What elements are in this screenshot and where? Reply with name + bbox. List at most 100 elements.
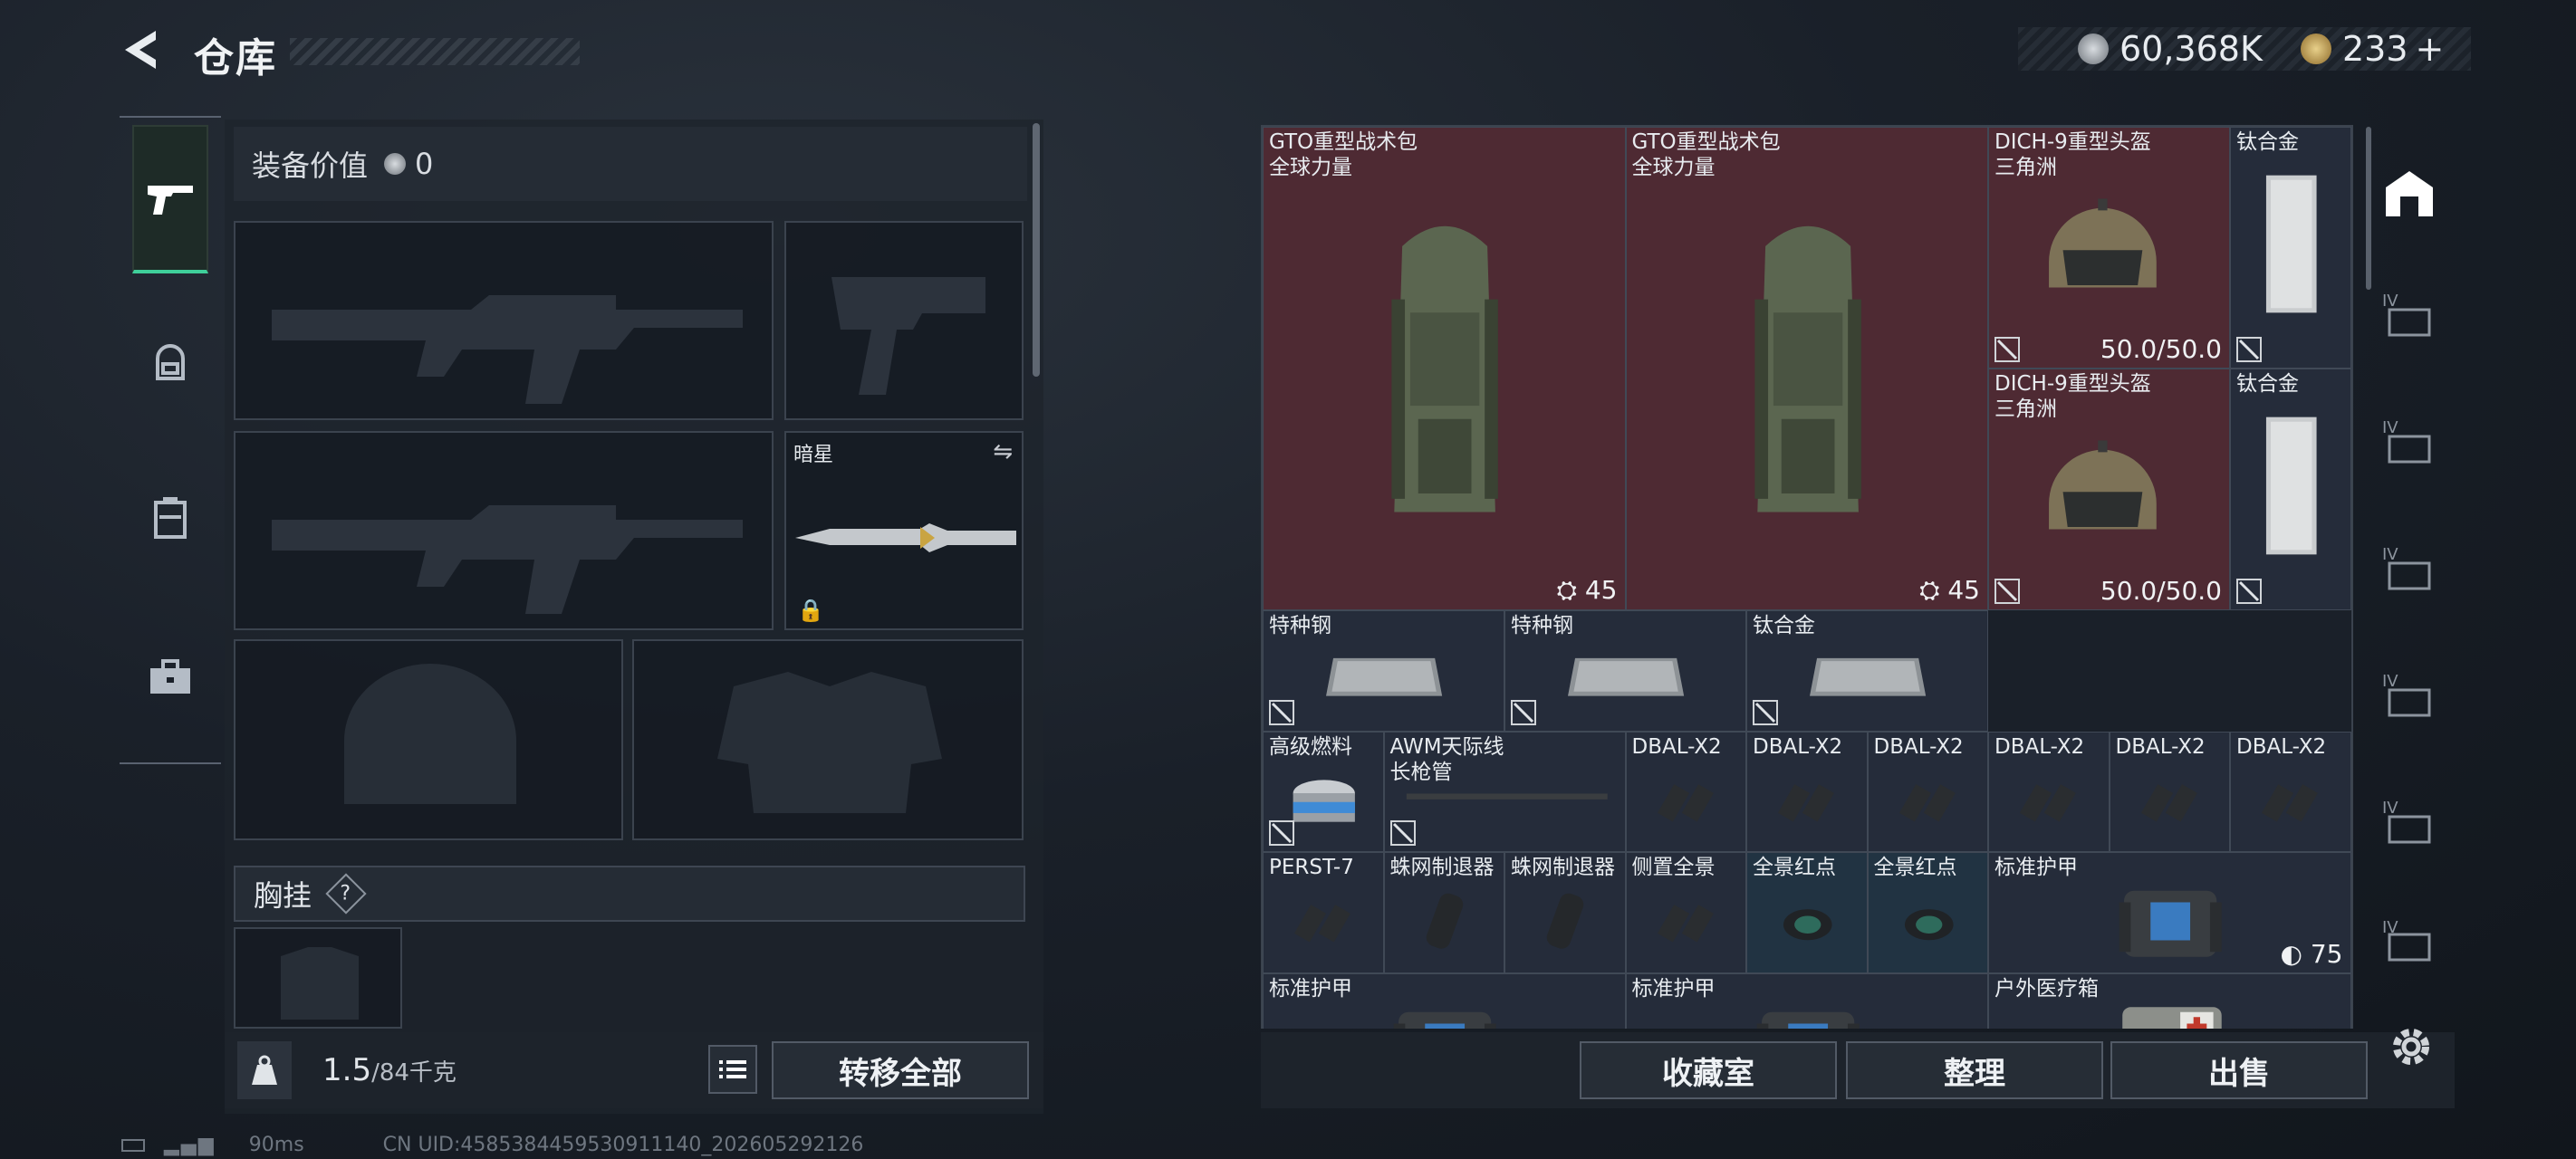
- warehouse-item[interactable]: DBAL-X2: [1625, 731, 1746, 852]
- item-name: 特种钢: [1511, 614, 1573, 637]
- warehouse-item[interactable]: 特种钢: [1504, 610, 1746, 732]
- add-gold-icon[interactable]: +: [2416, 29, 2445, 69]
- warehouse-item[interactable]: AWM天际线 长枪管: [1383, 731, 1626, 852]
- pages-scrollbar[interactable]: [2366, 127, 2371, 290]
- tab-helmet[interactable]: [132, 324, 208, 400]
- storage-page-3[interactable]: IV: [2373, 407, 2446, 489]
- warehouse-item[interactable]: 全景红点: [1746, 852, 1868, 973]
- item-name: 标准护甲: [1269, 976, 1352, 1001]
- equipment-scrollbar[interactable]: [1033, 123, 1040, 377]
- warehouse-item[interactable]: DBAL-X2: [1988, 731, 2110, 852]
- warehouse-item[interactable]: GTO重型战术包 全球力量 ⛭ 45: [1263, 127, 1626, 610]
- item-name: 户外医疗箱: [1994, 976, 2099, 1001]
- weight-icon: [237, 1041, 292, 1099]
- warehouse-item[interactable]: 标准护甲◐ 75: [1263, 972, 1626, 1029]
- warehouse-item[interactable]: 蛛网制退器: [1504, 852, 1626, 973]
- pistol-slot[interactable]: [784, 221, 1024, 420]
- storage-box-icon: [2388, 561, 2431, 590]
- warehouse-item[interactable]: 高级燃料: [1263, 731, 1384, 852]
- silver-currency: 60,368K: [2078, 27, 2263, 71]
- warehouse-item[interactable]: 特种钢: [1263, 610, 1504, 732]
- back-button[interactable]: [120, 27, 165, 78]
- item-name: 侧置全景: [1631, 856, 1716, 879]
- chest-rig-slot[interactable]: [234, 927, 402, 1029]
- gear-icon: [2393, 1029, 2429, 1065]
- warehouse-item[interactable]: DBAL-X2: [2109, 731, 2230, 852]
- tier-label: IV: [2382, 545, 2398, 564]
- tab-toolbox[interactable]: [132, 639, 208, 715]
- item-name: 蛛网制退器: [1389, 856, 1495, 879]
- warehouse-item[interactable]: PERST-7: [1263, 852, 1384, 973]
- item-image: [1764, 876, 1852, 969]
- warehouse-item[interactable]: 钛合金: [1746, 610, 1988, 732]
- item-image: [1365, 142, 1524, 589]
- warehouse-item[interactable]: 蛛网制退器: [1383, 852, 1504, 973]
- list-view-button[interactable]: [708, 1045, 757, 1094]
- item-image: [1795, 627, 1940, 727]
- warehouse-item[interactable]: DICH-9重型头盔 三角洲 50.0/50.0: [1988, 127, 2230, 369]
- help-icon[interactable]: ?: [325, 873, 367, 915]
- user-uid: CN UID:4585384459530911140_202605292126: [382, 1134, 864, 1156]
- storage-page-7[interactable]: IV: [2373, 915, 2446, 978]
- helmet-placeholder-icon: [344, 664, 516, 804]
- warehouse-item[interactable]: 全景红点: [1867, 852, 1988, 973]
- ping-value: 90ms: [248, 1134, 304, 1156]
- melee-name: 暗星: [793, 444, 834, 466]
- item-name: DBAL-X2: [1753, 734, 1843, 759]
- storage-box-icon: [2388, 688, 2431, 717]
- item-image: [2005, 756, 2094, 848]
- item-image: [1885, 876, 1974, 969]
- warehouse-item[interactable]: 户外医疗箱✚ 350: [1988, 972, 2351, 1029]
- item-subtitle: 全球力量: [1631, 156, 1716, 179]
- warehouse-item[interactable]: 钛合金: [2230, 127, 2351, 369]
- storage-page-5[interactable]: IV: [2373, 661, 2446, 742]
- warehouse-item[interactable]: DBAL-X2: [1746, 731, 1868, 852]
- not-tradable-icon: [1389, 820, 1416, 846]
- warehouse-item[interactable]: DBAL-X2: [2230, 731, 2351, 852]
- settings-button[interactable]: [2386, 1021, 2440, 1076]
- item-image: [1522, 876, 1610, 969]
- storage-page-4[interactable]: IV: [2373, 534, 2446, 616]
- warehouse-item[interactable]: 标准护甲◐ 56: [1625, 972, 1988, 1029]
- not-tradable-icon: [2236, 337, 2262, 362]
- not-tradable-icon: [1269, 699, 1294, 725]
- item-name: DICH-9重型头盔 三角洲: [1994, 372, 2151, 421]
- tab-vest[interactable]: [132, 480, 208, 556]
- swap-icon[interactable]: ⇋: [993, 438, 1013, 465]
- warehouse-item[interactable]: DBAL-X2: [1867, 731, 1988, 852]
- primary-weapon-slot[interactable]: [234, 221, 774, 420]
- transfer-all-button[interactable]: 转移全部: [772, 1041, 1029, 1099]
- item-name: 特种钢: [1269, 614, 1331, 637]
- helmet-slot[interactable]: [234, 639, 623, 840]
- warehouse-item[interactable]: GTO重型战术包 全球力量 ⛭ 45: [1625, 127, 1988, 610]
- toolbox-icon: [150, 659, 190, 694]
- melee-slot[interactable]: 暗星 ⇋ 🔒: [784, 431, 1024, 630]
- armor-slot[interactable]: [632, 639, 1024, 840]
- sort-button[interactable]: 整理: [1846, 1041, 2103, 1099]
- warehouse-main-tab[interactable]: [2373, 152, 2446, 234]
- item-name: 钛合金: [1753, 614, 1815, 637]
- item-name: 钛合金: [2236, 130, 2299, 154]
- warehouse-item[interactable]: 钛合金: [2230, 369, 2351, 610]
- warehouse-item[interactable]: DICH-9重型头盔 三角洲 50.0/50.0: [1988, 369, 2230, 610]
- storage-page-2[interactable]: IV: [2373, 281, 2446, 362]
- collection-room-button[interactable]: 收藏室: [1580, 1041, 1837, 1099]
- item-name: DICH-9重型头盔 三角洲: [1994, 130, 2151, 179]
- tier-label: IV: [2382, 418, 2398, 437]
- warehouse-item[interactable]: 侧置全景: [1625, 852, 1746, 973]
- item-name: 标准护甲: [1994, 856, 2078, 879]
- silver-coin-icon: [2078, 34, 2109, 64]
- gold-currency[interactable]: 233 +: [2301, 27, 2444, 71]
- silver-coin-icon: [384, 153, 407, 175]
- secondary-weapon-slot[interactable]: [234, 431, 774, 630]
- tier-label: IV: [2382, 799, 2398, 818]
- tab-weapons[interactable]: [132, 125, 208, 273]
- rifle-placeholder-icon: [272, 295, 743, 404]
- item-name: DBAL-X2: [2115, 734, 2206, 759]
- storage-page-6[interactable]: IV: [2373, 788, 2446, 869]
- item-image: [2244, 406, 2340, 566]
- item-subtitle: 全球力量: [1269, 156, 1352, 179]
- sell-button[interactable]: 出售: [2110, 1041, 2368, 1099]
- weight-value: 1.5: [322, 1052, 372, 1088]
- warehouse-item[interactable]: 标准护甲◐ 75: [1988, 852, 2351, 973]
